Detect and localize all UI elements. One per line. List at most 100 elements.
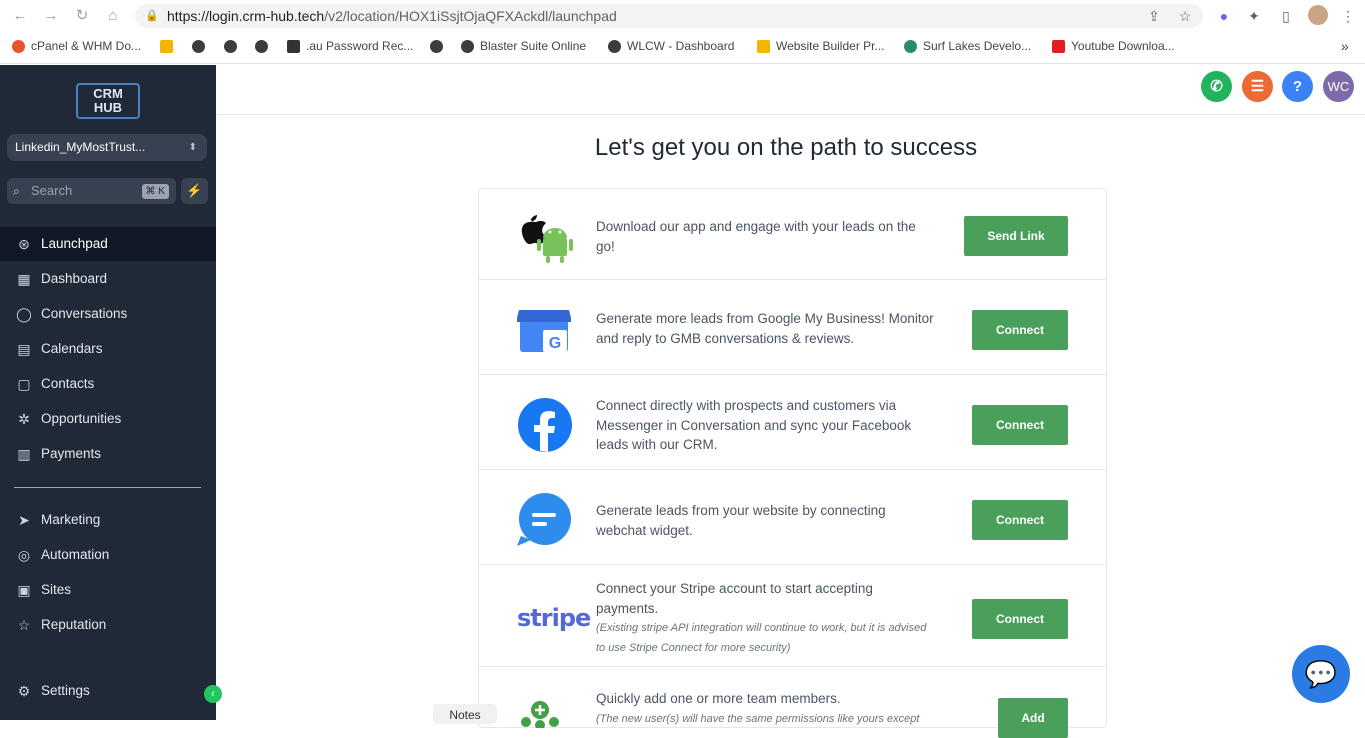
team-members-icon xyxy=(517,698,563,730)
user-avatar[interactable]: WC xyxy=(1323,71,1354,102)
url-host: https://login.crm-hub.tech xyxy=(167,8,325,24)
cpanel-icon xyxy=(12,39,25,53)
sidebar-divider xyxy=(14,487,201,488)
chevron-updown-icon: ⬍ xyxy=(188,142,197,153)
chat-widget-icon[interactable]: 💬 xyxy=(1292,645,1350,703)
sidebar-item-label: Conversations xyxy=(41,306,128,321)
sidebar-item-label: Sites xyxy=(41,582,72,597)
browser-chrome: ← → ↻ ⌂ 🔒 https://login.crm-hub.tech/v2/… xyxy=(0,0,1365,64)
quick-action-button[interactable]: ⚡ xyxy=(181,178,208,204)
opportunities-icon: ✲ xyxy=(18,411,30,427)
bookmark-item[interactable] xyxy=(224,38,237,54)
url-field[interactable]: 🔒 https://login.crm-hub.tech/v2/location… xyxy=(135,4,1203,28)
bookmark-item[interactable] xyxy=(192,38,205,54)
chat-icon: ◯ xyxy=(16,306,32,322)
sidebar-item-launchpad[interactable]: ⊛ Launchpad xyxy=(0,227,216,261)
sidebar-item-payments[interactable]: ▥ Payments xyxy=(0,437,216,471)
bookmarks-bar: cPanel & WHM Do... .au Password Rec... B… xyxy=(0,34,1365,58)
drive-icon xyxy=(160,39,173,53)
back-icon[interactable]: ← xyxy=(10,6,30,26)
sidebar-item-label: Calendars xyxy=(41,341,103,356)
account-name: Linkedin_MyMostTrust... xyxy=(15,140,146,154)
bookmark-item[interactable] xyxy=(160,38,173,54)
list-item: Generate leads from your website by conn… xyxy=(479,470,1106,565)
connect-gmb-button[interactable]: Connect xyxy=(972,310,1068,350)
sidebar-item-label: Reputation xyxy=(41,617,107,632)
send-link-button[interactable]: Send Link xyxy=(964,216,1068,256)
reload-icon[interactable]: ↻ xyxy=(72,6,92,26)
extension-icon[interactable]: ● xyxy=(1214,6,1234,26)
bookmark-label: .au Password Rec... xyxy=(306,39,414,53)
automation-icon: ◎ xyxy=(17,547,31,563)
add-team-members-button[interactable]: Add xyxy=(998,698,1068,738)
stripe-logo: stripe xyxy=(517,604,591,632)
lock-icon: 🔒 xyxy=(145,10,159,22)
globe-icon xyxy=(430,39,443,53)
sidebar-item-label: Automation xyxy=(41,547,110,562)
help-icon[interactable]: ? xyxy=(1282,71,1313,102)
row-description: Quickly add one or more team members. (Th… xyxy=(596,689,966,729)
home-icon[interactable]: ⌂ xyxy=(103,6,123,26)
send-icon: ➤ xyxy=(18,512,30,528)
sidebar-item-marketing[interactable]: ➤ Marketing xyxy=(0,503,216,537)
bookmark-item[interactable]: Website Builder Pr... xyxy=(757,38,885,54)
notifications-icon[interactable]: ☰ xyxy=(1242,71,1273,102)
sidebar-item-label: Payments xyxy=(41,446,102,461)
sidebar-item-sites[interactable]: ▣ Sites xyxy=(0,573,216,607)
profile-avatar[interactable] xyxy=(1308,5,1328,25)
bookmark-label: Blaster Suite Online xyxy=(480,39,587,53)
bookmark-item[interactable]: Youtube Downloa... xyxy=(1052,38,1175,54)
puzzle-icon[interactable]: ✦ xyxy=(1244,6,1264,26)
forward-icon[interactable]: → xyxy=(41,6,61,26)
contacts-icon: ▢ xyxy=(17,376,31,392)
row-description: Generate more leads from Google My Busin… xyxy=(596,311,934,346)
bookmark-item[interactable] xyxy=(430,38,443,54)
surf-icon xyxy=(904,39,917,53)
globe-icon xyxy=(192,39,205,53)
sidebar-item-opportunities[interactable]: ✲ Opportunities xyxy=(0,402,216,436)
url-path: /v2/location/HOX1iSsjtOjaQFXAckdl/launch… xyxy=(324,8,617,24)
bookmark-item[interactable] xyxy=(255,38,268,54)
row-description: Connect directly with prospects and cust… xyxy=(596,398,912,452)
account-switcher[interactable]: Linkedin_MyMostTrust... ⬍ xyxy=(7,134,207,161)
share-icon[interactable]: ⇪ xyxy=(1144,6,1164,26)
sidebar-item-conversations[interactable]: ◯ Conversations xyxy=(0,297,216,331)
connect-facebook-button[interactable]: Connect xyxy=(972,405,1068,445)
sidebar-item-contacts[interactable]: ▢ Contacts xyxy=(0,367,216,401)
payments-icon: ▥ xyxy=(17,446,31,462)
sidebar-item-reputation[interactable]: ☆ Reputation xyxy=(0,608,216,642)
sidebar-item-settings[interactable]: ⚙ Settings xyxy=(0,674,216,708)
phone-icon[interactable]: ✆ xyxy=(1201,71,1232,102)
url-text: https://login.crm-hub.tech/v2/location/H… xyxy=(167,8,617,24)
bookmark-item[interactable]: Surf Lakes Develo... xyxy=(904,38,1031,54)
sidebar-item-label: Dashboard xyxy=(41,271,108,286)
sidebar-item-label: Marketing xyxy=(41,512,101,527)
sidebar-item-calendars[interactable]: ▤ Calendars xyxy=(0,332,216,366)
crm-hub-logo[interactable]: CRM HUB xyxy=(76,83,140,119)
search-input[interactable]: ⌕ Search ⌘ K xyxy=(7,178,176,204)
sidepanel-icon[interactable]: ▯ xyxy=(1276,6,1296,26)
row-note: (The new user(s) will have the same perm… xyxy=(596,712,920,725)
bookmark-label: Website Builder Pr... xyxy=(776,39,885,53)
row-description: Generate leads from your website by conn… xyxy=(596,503,886,538)
row-description: Download our app and engage with your le… xyxy=(596,219,916,254)
sidebar-item-dashboard[interactable]: ▦ Dashboard xyxy=(0,262,216,296)
notes-tab[interactable]: Notes xyxy=(433,704,497,724)
connect-webchat-button[interactable]: Connect xyxy=(972,500,1068,540)
sidebar-item-label: Launchpad xyxy=(41,236,108,251)
sidebar-item-automation[interactable]: ◎ Automation xyxy=(0,538,216,572)
list-item: stripe Connect your Stripe account to st… xyxy=(479,565,1106,667)
sites-icon: ▣ xyxy=(17,582,31,598)
more-bookmarks-icon[interactable]: » xyxy=(1341,38,1349,54)
page-title: Let's get you on the path to success xyxy=(594,134,978,161)
bookmark-item[interactable]: Blaster Suite Online xyxy=(461,38,586,54)
bookmark-item[interactable]: WLCW - Dashboard xyxy=(608,38,734,54)
menu-icon[interactable]: ⋮ xyxy=(1338,6,1358,26)
star-icon: ☆ xyxy=(17,617,31,633)
sidebar-item-label: Contacts xyxy=(41,376,95,391)
bookmark-item[interactable]: .au Password Rec... xyxy=(287,38,413,54)
connect-stripe-button[interactable]: Connect xyxy=(972,599,1068,639)
star-bookmark-icon[interactable]: ☆ xyxy=(1175,6,1195,26)
collapse-sidebar-icon[interactable]: ‹ xyxy=(204,685,222,703)
bookmark-item[interactable]: cPanel & WHM Do... xyxy=(12,38,141,54)
